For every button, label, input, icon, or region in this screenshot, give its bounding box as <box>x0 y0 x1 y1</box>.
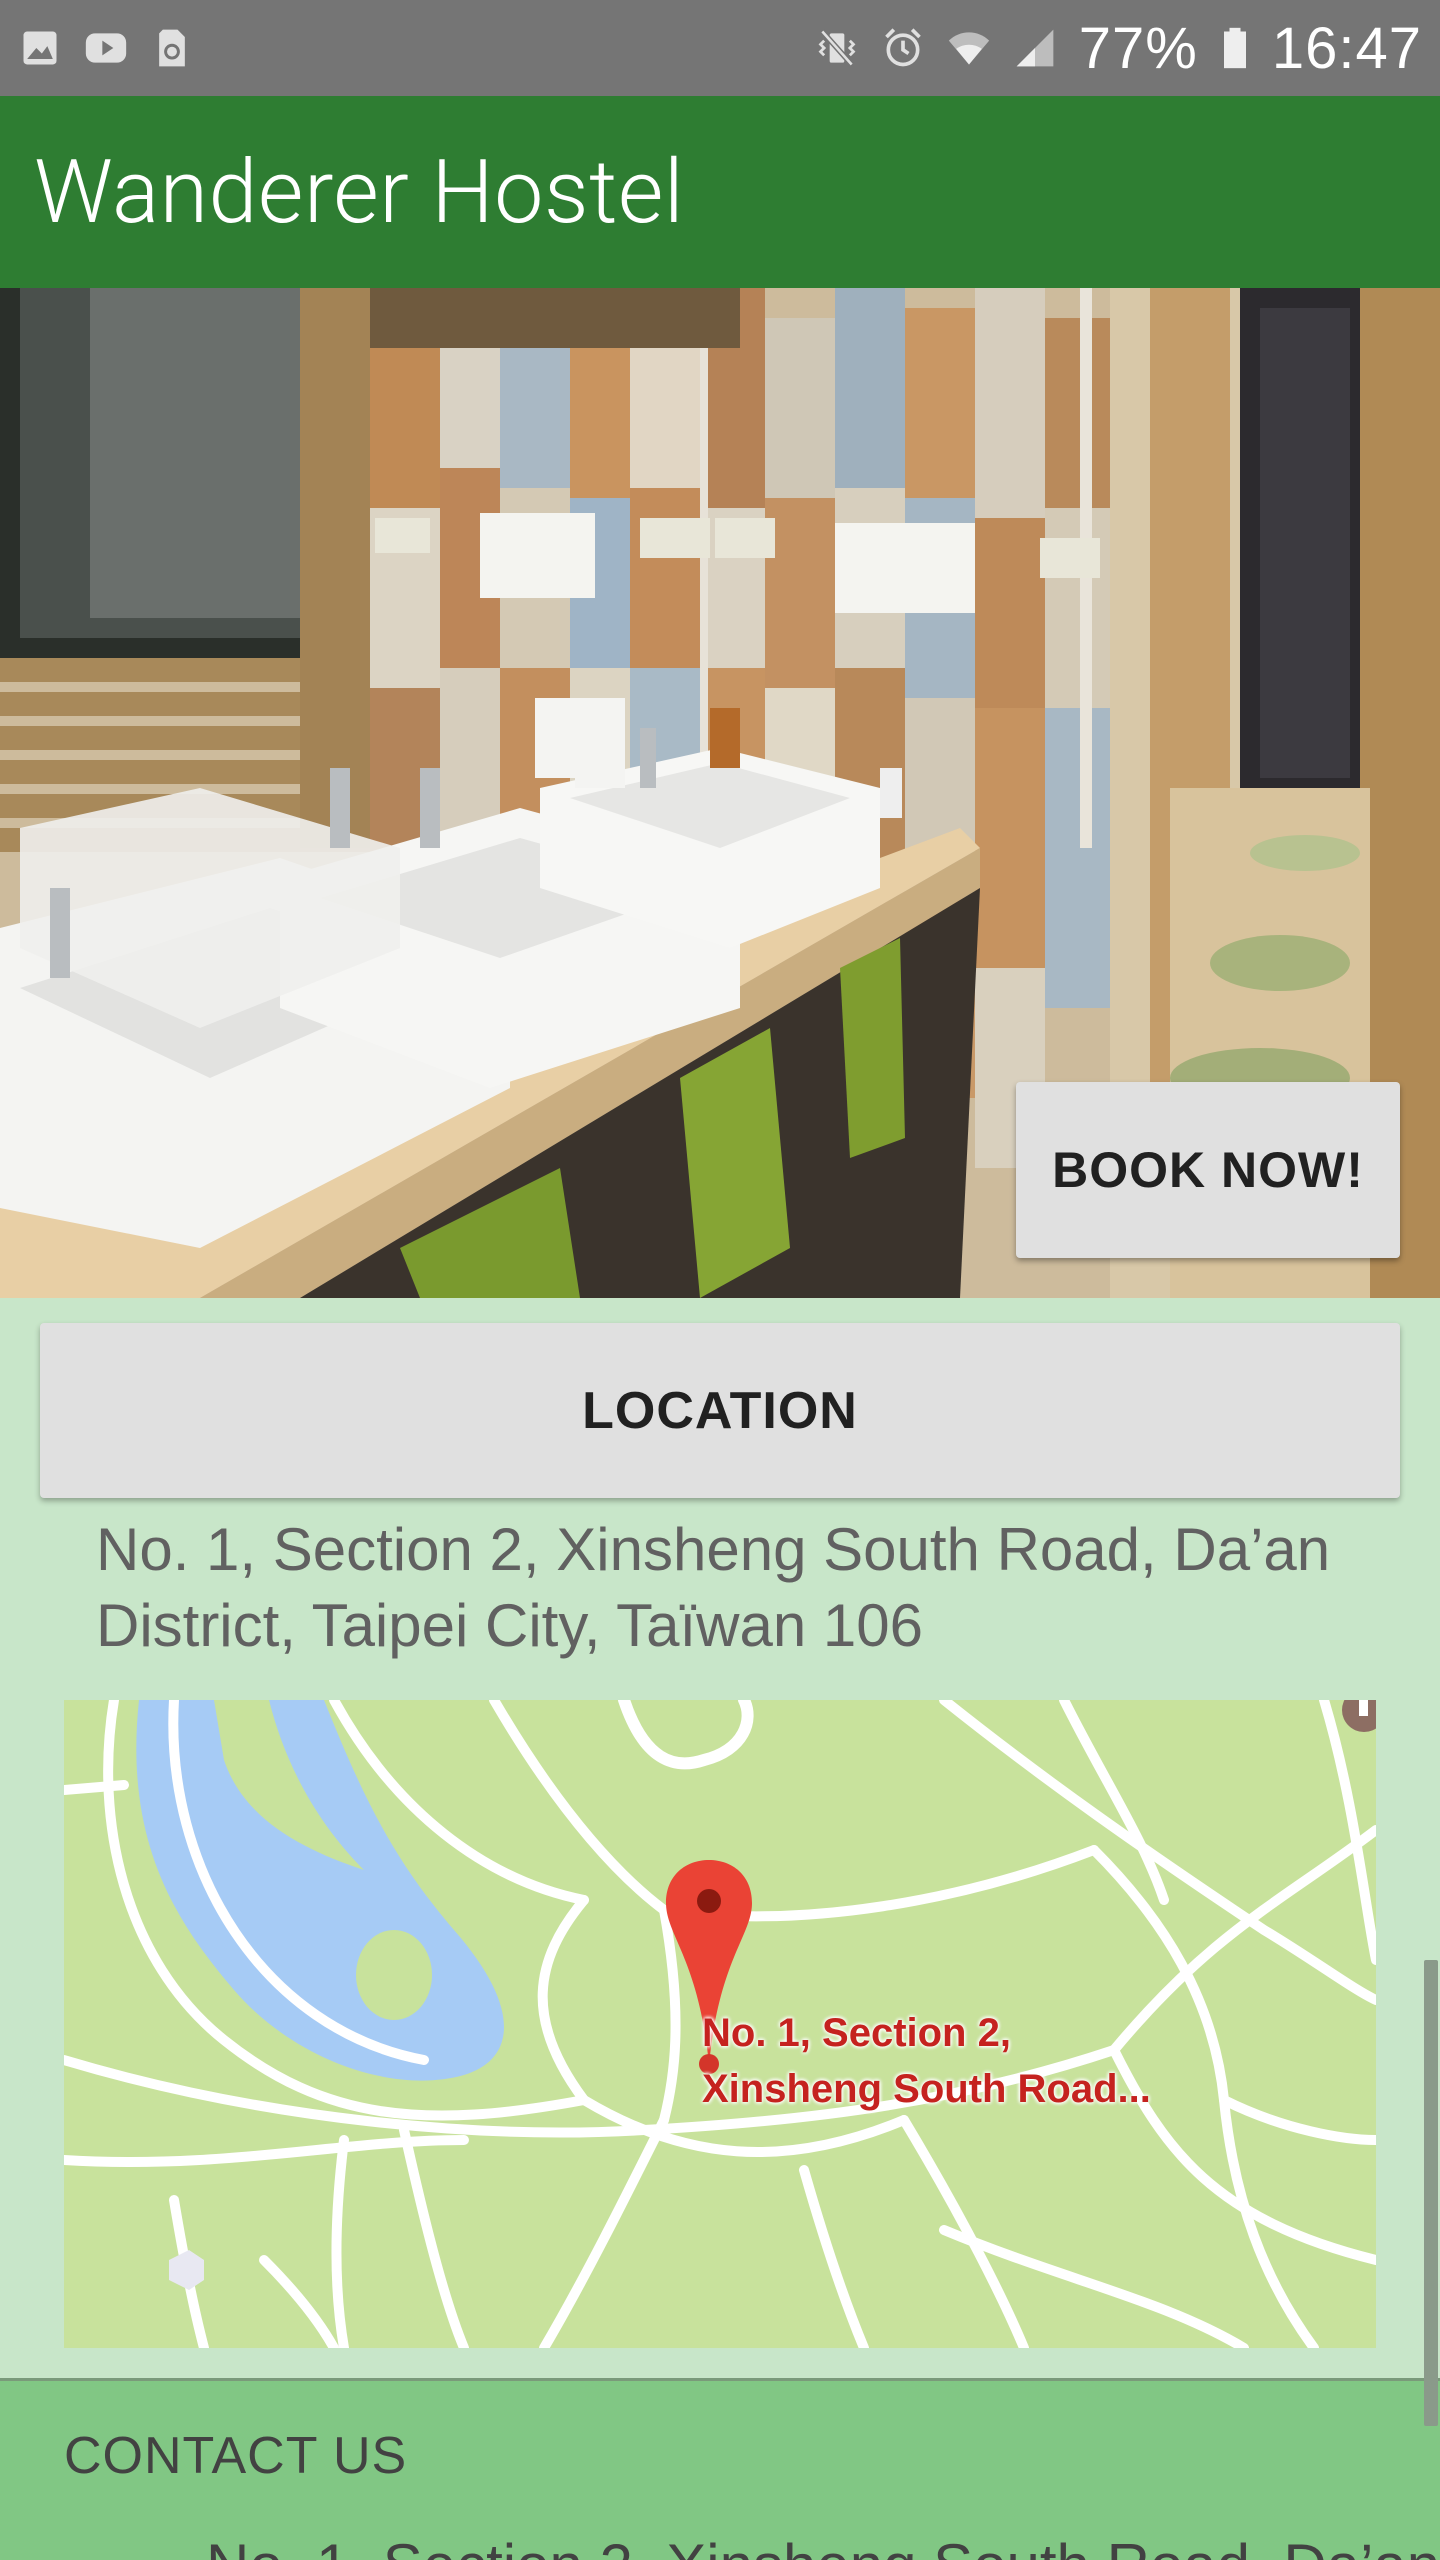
hostel-bathroom-photo: BOOK NOW! <box>0 288 1440 1298</box>
contact-title: CONTACT US <box>64 2427 408 2485</box>
status-bar: 77% 16:47 <box>0 0 1440 96</box>
scrollbar[interactable] <box>1424 1960 1438 2426</box>
wifi-icon <box>947 26 991 70</box>
location-button[interactable]: LOCATION <box>40 1323 1400 1498</box>
contact-section: CONTACT US No. 1, Section 2, Xinsheng So… <box>0 2381 1440 2560</box>
status-right-icons: 77% 16:47 <box>815 15 1422 82</box>
map-marker-label: No. 1, Section 2, Xinsheng South Road... <box>702 2005 1151 2117</box>
map-marker-label-line1: No. 1, Section 2, <box>702 2011 1011 2055</box>
image-icon <box>18 26 62 70</box>
contact-address: No. 1, Section 2, Xinsheng South Road, D… <box>206 2531 1440 2560</box>
battery-icon <box>1220 26 1250 70</box>
vibrate-icon <box>815 26 859 70</box>
youtube-icon <box>84 26 128 70</box>
signal-icon <box>1013 26 1057 70</box>
battery-percent: 77% <box>1078 15 1198 81</box>
location-map[interactable]: No. 1, Section 2, Xinsheng South Road... <box>64 1700 1376 2348</box>
app-bar: Wanderer Hostel <box>0 96 1440 288</box>
book-now-button[interactable]: BOOK NOW! <box>1016 1082 1400 1258</box>
map-marker-label-line2: Xinsheng South Road... <box>702 2067 1151 2111</box>
recycle-sd-icon <box>150 26 194 70</box>
alarm-icon <box>881 26 925 70</box>
location-address: No. 1, Section 2, Xinsheng South Road, D… <box>96 1516 1331 1659</box>
clock-time: 16:47 <box>1271 15 1422 81</box>
app-title: Wanderer Hostel <box>34 140 685 244</box>
status-left-icons <box>18 26 194 70</box>
